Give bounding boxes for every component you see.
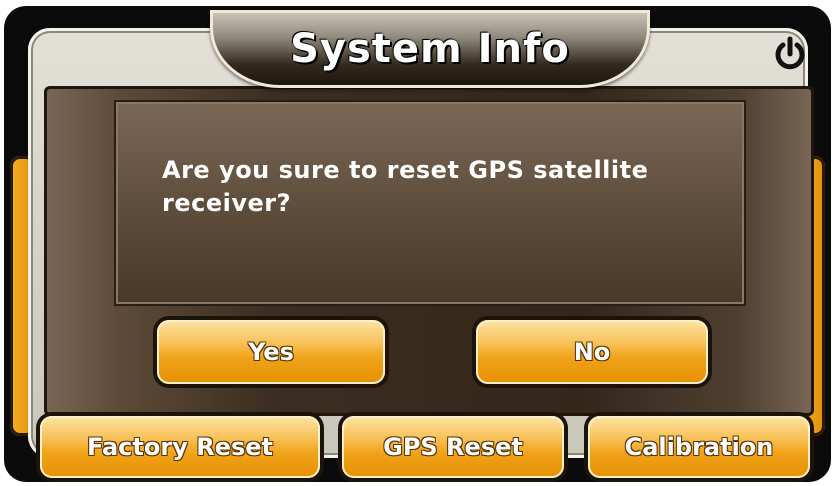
confirm-dialog: Are you sure to reset GPS satellite rece…	[114, 100, 746, 306]
calibration-label: Calibration	[624, 433, 774, 461]
yes-button[interactable]: Yes	[157, 320, 385, 384]
factory-reset-label: Factory Reset	[87, 433, 273, 461]
title-bar: System Info	[210, 10, 650, 88]
gps-reset-label: GPS Reset	[383, 433, 523, 461]
dialog-message: Are you sure to reset GPS satellite rece…	[162, 156, 649, 217]
factory-reset-button[interactable]: Factory Reset	[40, 416, 320, 478]
no-button[interactable]: No	[476, 320, 708, 384]
calibration-button[interactable]: Calibration	[588, 416, 810, 478]
page-title: System Info	[290, 26, 570, 72]
yes-button-label: Yes	[248, 338, 294, 366]
gps-reset-button[interactable]: GPS Reset	[342, 416, 564, 478]
power-icon[interactable]	[771, 35, 809, 73]
no-button-label: No	[573, 338, 611, 366]
